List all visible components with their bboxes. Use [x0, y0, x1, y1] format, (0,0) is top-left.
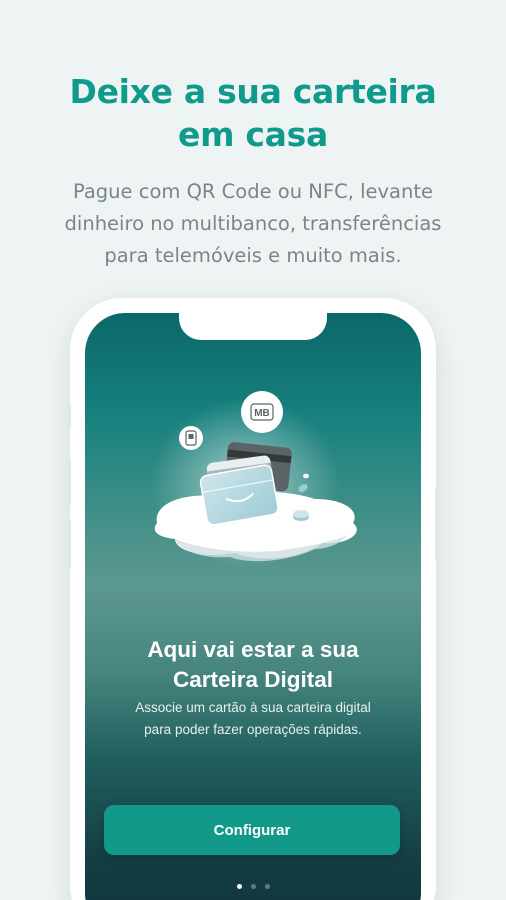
screen-title-line-1: Aqui vai estar a sua [147, 637, 359, 662]
phone-mute-switch [67, 403, 71, 429]
pagination-dot-2[interactable] [250, 884, 256, 889]
subtext-line-1: Pague com QR Code ou NFC, levante [72, 180, 434, 203]
mb-icon: MB [241, 391, 283, 433]
qr-code-icon [179, 426, 203, 450]
phone-notch [179, 313, 327, 340]
screen-description-line-1: Associe um cartão à sua carteira digital [135, 700, 371, 715]
screen-title: Aqui vai estar a sua Carteira Digital [85, 635, 421, 695]
subtext: Pague com QR Code ou NFC, levante dinhei… [30, 176, 476, 272]
mb-badge-text: MB [254, 408, 270, 419]
screen-title-line-2: Carteira Digital [172, 667, 334, 692]
headline: Deixe a sua carteira em casa [0, 70, 506, 156]
coin-small [303, 473, 309, 479]
headline-line-1: Deixe a sua carteira [69, 72, 437, 111]
phone-mockup: MB Aqui vai estar a sua Carteira Digital… [67, 298, 439, 900]
configure-button[interactable]: Configurar [104, 805, 400, 855]
wallet-illustration: MB [150, 391, 357, 568]
subtext-line-2: dinheiro no multibanco, transferências [64, 212, 442, 235]
phone-screen: MB Aqui vai estar a sua Carteira Digital… [85, 313, 421, 900]
phone-volume-down [67, 520, 71, 568]
screen-description-line-2: para poder fazer operações rápidas. [144, 722, 362, 737]
subtext-line-3: para telemóveis e muito mais. [104, 244, 402, 267]
phone-volume-up [67, 458, 71, 506]
pagination-dot-1[interactable] [236, 884, 242, 889]
onboarding-page: Deixe a sua carteira em casa Pague com Q… [0, 0, 506, 900]
pagination-dot-3[interactable] [264, 884, 270, 889]
screen-description: Associe um cartão à sua carteira digital… [85, 697, 421, 741]
pagination-dots [85, 884, 421, 889]
headline-line-2: em casa [178, 115, 328, 154]
phone-power-button [435, 488, 439, 560]
